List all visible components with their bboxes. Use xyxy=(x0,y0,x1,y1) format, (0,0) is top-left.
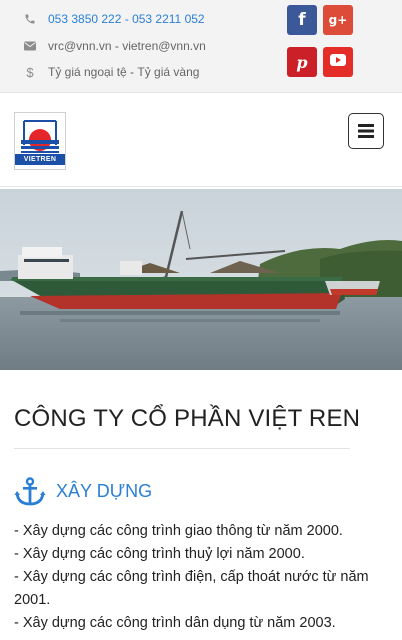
youtube-button[interactable] xyxy=(323,47,353,77)
youtube-icon xyxy=(330,53,346,71)
service-item: - Xây dựng các công trình dân dụng từ nă… xyxy=(14,615,336,631)
service-item: - Xây dựng các công trình giao thông từ … xyxy=(14,523,343,539)
google-plus-button[interactable]: g+ xyxy=(323,5,353,35)
section-heading-xay-dung: XÂY DỰNG xyxy=(56,481,153,501)
email-separator: - xyxy=(111,39,123,53)
title-underline xyxy=(14,448,350,449)
anchor-icon xyxy=(14,477,46,506)
header-divider xyxy=(0,186,402,187)
vietren-logo[interactable]: VIETREN xyxy=(14,112,66,170)
service-description: - Xây dựng các công trình giao thông từ … xyxy=(14,520,394,635)
pinterest-icon: p xyxy=(296,52,308,72)
exchange-rate-row: $ Tỷ giá ngoại tệ - Tỷ giá vàng xyxy=(22,63,199,81)
contact-email-row: vrc@vnn.vn - vietren@vnn.vn xyxy=(22,37,206,55)
facebook-button[interactable]: f xyxy=(287,5,317,35)
gold-rate-link[interactable]: Tỷ giá vàng xyxy=(137,65,199,79)
logo-text: VIETREN xyxy=(15,154,65,165)
service-item: - Xây dựng các công trình điện, cấp thoá… xyxy=(14,569,369,608)
phone-number-link[interactable]: 053 3850 222 - 053 2211 052 xyxy=(48,12,205,26)
menu-toggle-button[interactable] xyxy=(348,113,384,149)
contact-phone-row: 053 3850 222 - 053 2211 052 xyxy=(22,10,205,28)
email-link-vietren[interactable]: vietren@vnn.vn xyxy=(122,39,206,53)
google-plus-icon: g+ xyxy=(328,13,348,27)
logo-sun-emblem xyxy=(21,120,59,153)
email-link-vrc[interactable]: vrc@vnn.vn xyxy=(48,39,112,53)
top-contact-bar: 053 3850 222 - 053 2211 052 vrc@vnn.vn -… xyxy=(0,0,402,93)
service-item: - Xây dựng các công trình thuỷ lợi năm 2… xyxy=(14,546,305,562)
currency-rate-link[interactable]: Tỷ giá ngoại tệ xyxy=(48,65,127,79)
facebook-icon: f xyxy=(298,10,306,30)
rate-separator: - xyxy=(126,65,138,79)
hamburger-icon xyxy=(358,124,374,138)
envelope-icon xyxy=(22,41,38,51)
banner-image-ship xyxy=(0,189,402,370)
page-title: CÔNG TY CỔ PHẦN VIỆT REN xyxy=(14,405,361,432)
dollar-icon: $ xyxy=(26,64,34,80)
phone-icon xyxy=(22,13,38,25)
pinterest-button[interactable]: p xyxy=(287,47,317,77)
